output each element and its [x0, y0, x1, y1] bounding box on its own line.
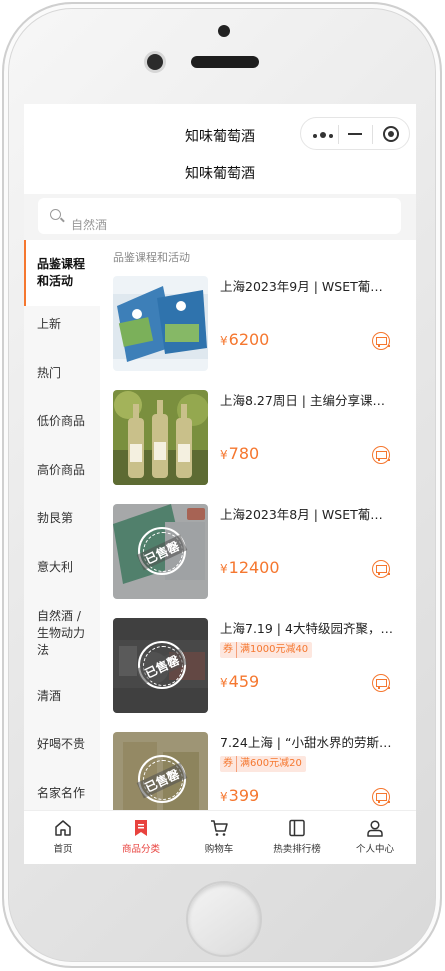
minimize-icon[interactable]: [348, 133, 362, 135]
tab-label: 个人中心: [355, 844, 394, 855]
add-to-cart-icon[interactable]: [372, 446, 390, 464]
product-card[interactable]: 已售罄 7.24上海 | “小甜水界的劳斯莱斯”品鉴会 券满600元减20 ¥3…: [100, 732, 416, 810]
category-item-burgundy[interactable]: 勃艮第: [24, 510, 100, 527]
front-camera: [218, 25, 230, 37]
capsule-divider: [338, 125, 339, 144]
category-sidebar: 品鉴课程 和活动 上新 热门 低价商品 高价商品 勃艮第 意大利 自然酒 / 生物动…: [24, 240, 100, 810]
add-to-cart-icon[interactable]: [372, 788, 390, 806]
bottom-tabbar: 首页 商品分类 购物车 热卖排行榜 个人中心: [24, 810, 416, 864]
capsule-divider: [372, 125, 373, 144]
tab-category[interactable]: 商品分类: [102, 811, 180, 864]
search-icon: [50, 209, 61, 220]
coupon-badge: 券满1000元减40: [220, 642, 313, 658]
product-card[interactable]: 上海2023年9月 | WSET葡萄酒与烈酒教育二级认证课程 ¥6200: [100, 276, 416, 382]
product-image[interactable]: 已售罄: [113, 504, 208, 599]
cart-icon: [211, 820, 228, 836]
product-image[interactable]: [113, 276, 208, 371]
sold-out-stamp: 已售罄: [136, 641, 188, 689]
add-to-cart-icon[interactable]: [372, 560, 390, 578]
capsule-menu: [300, 117, 410, 150]
app-screen: 知味葡萄酒 知味葡萄酒 自然酒 品鉴课程 和活动 上新 热门 低价商品 高价商品 …: [24, 104, 416, 864]
tab-home[interactable]: 首页: [24, 811, 102, 864]
sold-out-stamp: 已售罄: [136, 527, 188, 575]
mini-program-navbar: 知味葡萄酒: [24, 104, 416, 162]
category-item-hot[interactable]: 热门: [24, 365, 100, 382]
search-bar: 自然酒: [24, 194, 416, 240]
product-price: ¥780: [220, 444, 260, 463]
sold-out-stamp: 已售罄: [136, 755, 188, 803]
user-icon: [367, 820, 383, 837]
category-item-italy[interactable]: 意大利: [24, 559, 100, 576]
product-card[interactable]: 上海8.27周日 | 主编分享课：勃艮第精选 ¥780: [100, 390, 416, 496]
tab-ranking[interactable]: 热卖排行榜: [258, 811, 336, 864]
product-price: ¥399: [220, 786, 260, 805]
tab-cart[interactable]: 购物车: [180, 811, 258, 864]
home-icon: [55, 820, 71, 836]
category-item-masterpieces[interactable]: 名家名作: [24, 785, 100, 802]
category-item-good-value[interactable]: 好喝不贵: [24, 736, 100, 753]
category-item-high-price[interactable]: 高价商品: [24, 462, 100, 479]
product-name[interactable]: 7.24上海 | “小甜水界的劳斯莱斯”品鉴会: [220, 732, 395, 751]
product-name[interactable]: 上海2023年8月 | WSET葡萄酒与烈酒教育三级认证课程: [220, 504, 395, 523]
section-title: 品鉴课程和活动: [113, 251, 190, 264]
tab-profile[interactable]: 个人中心: [336, 811, 414, 864]
category-item-sake[interactable]: 清酒: [24, 688, 100, 705]
category-icon: [135, 820, 147, 836]
earpiece-speaker: [191, 56, 259, 68]
page-title: 知味葡萄酒: [185, 166, 255, 182]
category-item-low-price[interactable]: 低价商品: [24, 413, 100, 430]
category-item-new[interactable]: 上新: [24, 316, 100, 333]
category-item-natural-wine[interactable]: 自然酒 / 生物动力法: [24, 608, 100, 659]
ranking-icon: [289, 819, 305, 837]
tab-label: 首页: [53, 844, 73, 855]
product-image[interactable]: [113, 390, 208, 485]
product-price: ¥459: [220, 672, 260, 691]
product-card[interactable]: 已售罄 上海7.19 | 4大特级园齐聚，品鉴会 券满1000元减40 ¥459: [100, 618, 416, 724]
product-list: 品鉴课程和活动 上海2023年9月 | WSET葡萄酒与烈酒教育二级认证课程 ¥…: [100, 240, 416, 810]
search-placeholder: 自然酒: [71, 218, 108, 232]
product-card[interactable]: 已售罄 上海2023年8月 | WSET葡萄酒与烈酒教育三级认证课程 ¥1240…: [100, 504, 416, 610]
product-image[interactable]: 已售罄: [113, 732, 208, 810]
add-to-cart-icon[interactable]: [372, 674, 390, 692]
tab-label: 热卖排行榜: [273, 844, 321, 855]
proximity-sensor: [147, 54, 163, 70]
tab-label: 购物车: [204, 844, 234, 855]
coupon-badge: 券满600元减20: [220, 756, 306, 772]
product-image[interactable]: 已售罄: [113, 618, 208, 713]
product-price: ¥12400: [220, 558, 280, 577]
more-dots-icon[interactable]: [313, 132, 336, 138]
search-input[interactable]: 自然酒: [38, 198, 401, 234]
category-item-tasting[interactable]: 品鉴课程 和活动: [24, 240, 100, 306]
product-name[interactable]: 上海8.27周日 | 主编分享课：勃艮第精选: [220, 390, 395, 409]
product-name[interactable]: 上海2023年9月 | WSET葡萄酒与烈酒教育二级认证课程: [220, 276, 395, 295]
product-name[interactable]: 上海7.19 | 4大特级园齐聚，品鉴会: [220, 618, 395, 637]
add-to-cart-icon[interactable]: [372, 332, 390, 350]
tab-label: 商品分类: [121, 844, 160, 855]
product-price: ¥6200: [220, 330, 270, 349]
home-button[interactable]: [186, 881, 262, 957]
close-target-icon[interactable]: [383, 126, 399, 142]
